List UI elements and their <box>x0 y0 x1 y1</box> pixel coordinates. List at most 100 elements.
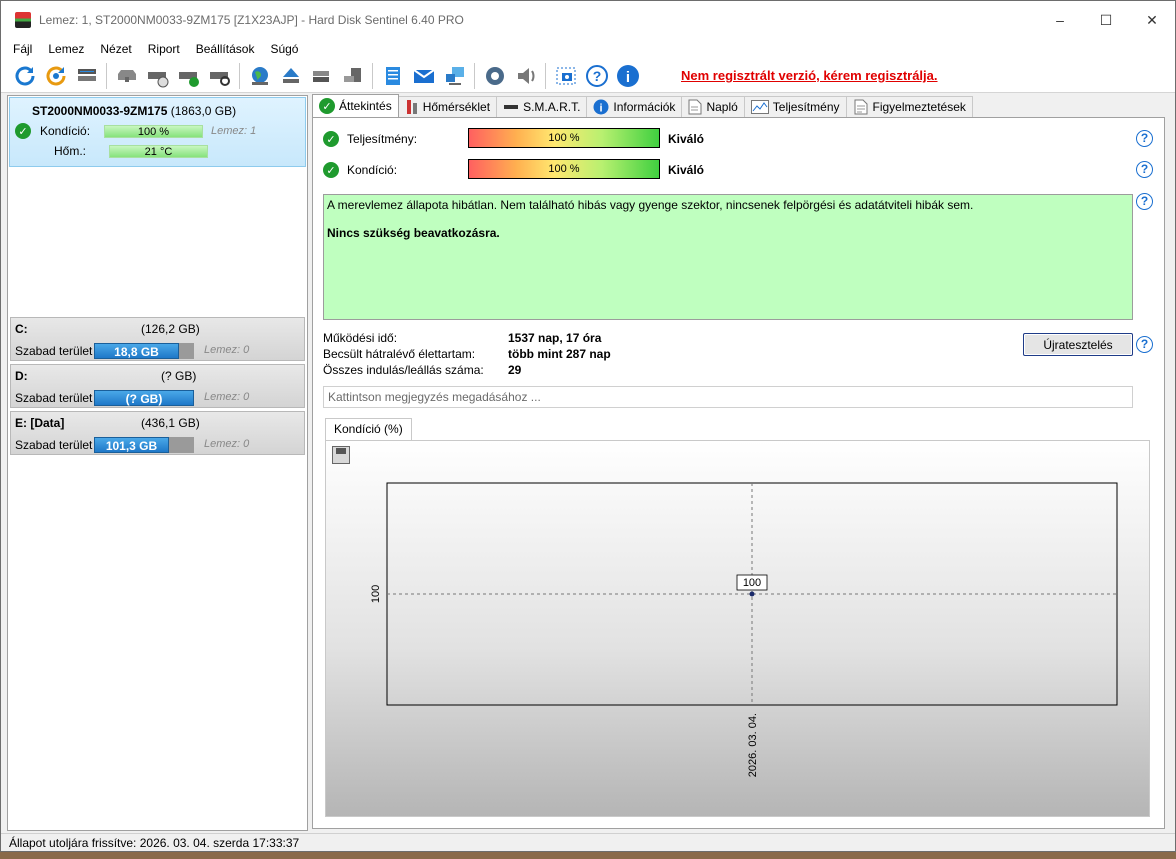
sound-button[interactable] <box>510 61 541 91</box>
mail-button[interactable] <box>408 61 439 91</box>
svg-text:?: ? <box>592 68 601 84</box>
volume-d[interactable]: D: (? GB) Szabad terület (? GB) Lemez: 0 <box>10 364 305 408</box>
health-gauge: 100 % <box>468 159 660 179</box>
check-icon: ✓ <box>323 162 339 178</box>
disk-search-button[interactable] <box>204 61 235 91</box>
performance-row: ✓ Teljesítmény: <box>323 129 417 149</box>
disk-number: Lemez: 1 <box>211 125 257 137</box>
note-input[interactable]: Kattintson megjegyzés megadásához ... <box>323 386 1133 408</box>
settings-button[interactable] <box>479 61 510 91</box>
volume-letter: C: <box>15 322 28 336</box>
disk-icon <box>77 68 96 81</box>
menu-help[interactable]: Súgó <box>262 42 306 56</box>
startstop-label: Összes indulás/leállás száma: <box>323 363 484 377</box>
tab-log[interactable]: Napló <box>681 96 745 117</box>
free-space-bar: 18,8 GB <box>94 343 194 359</box>
free-space-fill: (? GB) <box>94 390 194 406</box>
health-rating: Kiváló <box>668 163 705 177</box>
retest-button[interactable]: Újratesztelés <box>1023 333 1133 356</box>
app-logo-icon <box>15 11 31 28</box>
menu-view[interactable]: Nézet <box>92 42 139 56</box>
menu-report[interactable]: Riport <box>140 42 188 56</box>
warning-list-icon <box>854 99 867 115</box>
eject-button[interactable] <box>275 61 306 91</box>
tab-label: Napló <box>706 100 738 114</box>
detail-panel: ✓ Áttekintés Hőmérséklet S.M.A.R.T. i In… <box>312 94 1165 831</box>
tab-alerts[interactable]: Figyelmeztetések <box>845 96 973 117</box>
globe-icon <box>251 66 268 85</box>
volume-list: C: (126,2 GB) Szabad terület 18,8 GB Lem… <box>8 316 307 458</box>
help-icon[interactable]: ? <box>1136 161 1153 178</box>
disk-temp-bar: 21 °C <box>109 144 208 158</box>
summary-action: Nincs szükség beavatkozásra. <box>327 226 500 240</box>
data-point <box>749 591 755 597</box>
refresh-icon <box>15 66 34 85</box>
network-button[interactable] <box>439 61 470 91</box>
disk-temp-label: Hőm.: <box>54 144 87 158</box>
refresh-all-icon <box>46 66 65 85</box>
chart-tab-condition[interactable]: Kondíció (%) <box>325 418 412 440</box>
y-tick-label: 100 <box>370 585 382 603</box>
disk-test-button[interactable] <box>173 61 204 91</box>
disk-gray-button[interactable] <box>111 61 142 91</box>
disk-panel: ST2000NM0033-9ZM175 (1863,0 GB) ✓ Kondíc… <box>7 95 308 831</box>
toolbar-separator <box>545 62 546 89</box>
x-tick-label: 2026. 03. 04. <box>747 713 759 777</box>
menu-disk[interactable]: Lemez <box>40 42 92 56</box>
volume-e[interactable]: E: [Data] (436,1 GB) Szabad terület 101,… <box>10 411 305 455</box>
help-icon[interactable]: ? <box>1136 130 1153 147</box>
disk-schedule-button[interactable] <box>142 61 173 91</box>
free-space-bar: (? GB) <box>94 390 194 406</box>
refresh-button[interactable] <box>9 61 40 91</box>
tab-performance[interactable]: Teljesítmény <box>743 96 847 117</box>
notes-button[interactable] <box>377 61 408 91</box>
minimize-button[interactable]: – <box>1037 1 1083 39</box>
disk-clock-icon <box>147 71 168 87</box>
help-icon: ? <box>585 64 608 87</box>
tab-label: Áttekintés <box>339 99 392 113</box>
help-button[interactable]: ? <box>581 61 612 91</box>
volume-c[interactable]: C: (126,2 GB) Szabad terület 18,8 GB Lem… <box>10 317 305 361</box>
tab-information[interactable]: i Információk <box>586 96 683 117</box>
disk-temp-row: Hőm.: 21 °C <box>10 141 305 161</box>
volume-letter: D: <box>15 369 28 383</box>
maximize-button[interactable]: ☐ <box>1083 1 1129 39</box>
lifetime-value: több mint 287 nap <box>508 347 611 361</box>
disk-title: ST2000NM0033-9ZM175 (1863,0 GB) <box>10 98 305 118</box>
server-alt-button[interactable] <box>337 61 368 91</box>
tab-label: S.M.A.R.T. <box>523 100 581 114</box>
web-button[interactable] <box>244 61 275 91</box>
help-icon[interactable]: ? <box>1136 336 1153 353</box>
menu-settings[interactable]: Beállítások <box>188 42 263 56</box>
close-button[interactable]: ✕ <box>1129 1 1175 39</box>
data-label: 100 <box>743 577 761 589</box>
info-button[interactable]: i <box>612 61 643 91</box>
free-space-bar: 101,3 GB <box>94 437 194 453</box>
svg-text:i: i <box>600 103 603 115</box>
disk-list-button[interactable] <box>71 61 102 91</box>
tab-smart[interactable]: S.M.A.R.T. <box>496 96 588 117</box>
disk-search-icon <box>209 71 230 86</box>
tab-label: Figyelmeztetések <box>872 100 966 114</box>
free-space-label: Szabad terület <box>15 391 93 405</box>
screenshot-button[interactable] <box>550 61 581 91</box>
health-summary: A merevlemez állapota hibátlan. Nem talá… <box>323 194 1133 320</box>
tab-overview[interactable]: ✓ Áttekintés <box>312 94 399 117</box>
help-icon[interactable]: ? <box>1136 193 1153 210</box>
disk-card-selected[interactable]: ST2000NM0033-9ZM175 (1863,0 GB) ✓ Kondíc… <box>9 97 306 167</box>
svg-text:i: i <box>625 69 629 86</box>
tab-temperature[interactable]: Hőmérséklet <box>397 96 498 117</box>
check-icon: ✓ <box>323 131 339 147</box>
server-button[interactable] <box>306 61 337 91</box>
eject-icon <box>282 67 299 83</box>
server-alt-icon <box>343 67 361 82</box>
thermometer-icon <box>406 100 417 114</box>
health-row: ✓ Kondíció: <box>323 160 397 180</box>
unregistered-link[interactable]: Nem regisztrált verzió, kérem regisztrál… <box>681 68 938 83</box>
refresh-all-button[interactable] <box>40 61 71 91</box>
menu-file[interactable]: Fájl <box>5 42 40 56</box>
free-space-fill: 101,3 GB <box>94 437 169 453</box>
speaker-icon <box>517 67 534 84</box>
check-icon: ✓ <box>319 98 335 114</box>
mail-icon <box>412 68 435 83</box>
